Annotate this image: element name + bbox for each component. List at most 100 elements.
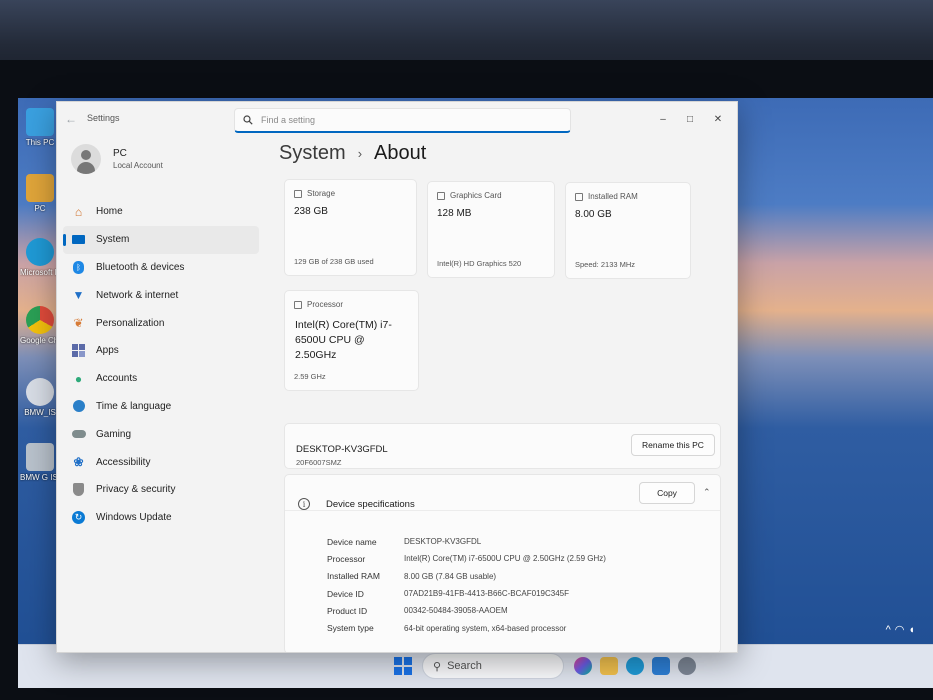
spec-row-installed-ram: Installed RAM 8.00 GB (7.84 GB usable) (327, 568, 606, 585)
edge-icon[interactable] (626, 657, 644, 675)
brush-icon: ❦ (73, 316, 84, 331)
maximize-button[interactable]: □ (682, 111, 698, 127)
storage-card[interactable]: Storage 238 GB 129 GB of 238 GB used (284, 179, 417, 276)
info-icon: i (298, 498, 310, 510)
graphics-value: 128 MB (437, 208, 472, 219)
desktop-icon-edge[interactable]: Microsoft Edge (20, 238, 60, 277)
graphics-card[interactable]: Graphics Card 128 MB Intel(R) HD Graphic… (427, 181, 555, 278)
graphics-card-label: Graphics Card (437, 191, 502, 200)
sidebar-item-system[interactable]: System (63, 225, 259, 254)
spec-value: DESKTOP-KV3GFDL (404, 537, 482, 547)
spec-value: Intel(R) Core(TM) i7-6500U CPU @ 2.50GHz… (404, 554, 606, 564)
desktop-icon-label: This PC (25, 138, 55, 147)
desktop-icon-bmw-ista[interactable]: BMW G ISTA (20, 443, 60, 482)
sidebar-item-network[interactable]: ▼ Network & internet (63, 281, 259, 309)
taskbar-search-label: Search (447, 660, 482, 672)
device-specifications-panel: i Device specifications Copy ⌃ Device na… (284, 474, 721, 652)
back-arrow-icon[interactable]: ← (65, 112, 77, 126)
start-button[interactable] (394, 657, 412, 675)
processor-card[interactable]: Processor Intel(R) Core(TM) i7-6500U CPU… (284, 290, 419, 391)
volume-icon[interactable]: ◖ (908, 624, 919, 636)
breadcrumb-parent[interactable]: System (279, 142, 346, 165)
spec-key: System type (327, 623, 374, 634)
ram-icon (575, 192, 583, 201)
sidebar-item-bluetooth[interactable]: ᛒ Bluetooth & devices (63, 254, 259, 282)
avatar (71, 144, 101, 174)
sidebar-item-time-language[interactable]: Time & language (63, 393, 259, 421)
processor-card-label: Processor (294, 300, 343, 309)
sidebar-item-label: Network & internet (96, 289, 179, 301)
chevron-right-icon: › (357, 146, 363, 161)
pc-name: DESKTOP-KV3GFDL (296, 444, 388, 455)
copilot-icon[interactable] (574, 657, 592, 675)
sidebar-item-label: Privacy & security (96, 484, 176, 496)
storage-card-label: Storage (294, 189, 335, 198)
ram-card[interactable]: Installed RAM 8.00 GB Speed: 2133 MHz (565, 182, 691, 279)
rename-pc-button[interactable]: Rename this PC (631, 434, 715, 456)
gamepad-icon (71, 427, 86, 442)
search-icon (243, 115, 253, 125)
person-icon: ● (74, 371, 83, 386)
sidebar-item-label: Gaming (96, 428, 132, 440)
close-button[interactable]: ✕ (710, 111, 726, 127)
sidebar-item-label: Accounts (96, 373, 138, 385)
sidebar-item-accessibility[interactable]: ❀ Accessibility (63, 448, 259, 476)
spec-key: Device name (327, 536, 377, 547)
sidebar-item-windows-update[interactable]: ↻ Windows Update (63, 504, 259, 532)
chrome-icon (26, 306, 54, 334)
desktop-icon-bmw-is[interactable]: BMW_IS (20, 378, 60, 417)
chevron-up-icon[interactable]: ^ (886, 624, 895, 636)
sidebar-item-accounts[interactable]: ● Accounts (63, 365, 259, 393)
sidebar-item-gaming[interactable]: Gaming (63, 420, 259, 448)
sidebar-item-home[interactable]: ⌂ Home (63, 198, 259, 226)
minimize-button[interactable]: – (655, 111, 671, 127)
storage-value: 238 GB (294, 206, 328, 217)
user-folder-icon (26, 174, 54, 202)
wifi-icon[interactable]: ◠ (895, 624, 909, 636)
breadcrumb: System › About (279, 142, 426, 165)
account-header[interactable]: PC Local Account (71, 144, 163, 174)
sidebar-item-label: Apps (96, 345, 119, 357)
ram-detail: Speed: 2133 MHz (575, 260, 636, 269)
search-input[interactable] (261, 115, 551, 125)
spec-row-processor: Processor Intel(R) Core(TM) i7-6500U CPU… (327, 550, 606, 567)
device-specifications-header[interactable]: i Device specifications Copy ⌃ (285, 475, 720, 511)
device-name-panel: DESKTOP-KV3GFDL 20F6007SMZ Rename this P… (284, 423, 721, 469)
copy-button[interactable]: Copy (639, 482, 695, 504)
sidebar-item-label: Time & language (96, 400, 172, 412)
desktop-icon-label: Microsoft Edge (20, 268, 60, 277)
account-type: Local Account (113, 161, 163, 170)
sidebar-item-privacy[interactable]: Privacy & security (63, 476, 259, 504)
device-specifications-title: Device specifications (326, 499, 415, 510)
sidebar-item-apps[interactable]: Apps (63, 337, 259, 365)
spec-key: Processor (327, 553, 366, 564)
settings-window: ← Settings – □ ✕ PC Local Account ⌂ Home… (56, 101, 738, 653)
spec-row-product-id: Product ID 00342-50484-39058-AAOEM (327, 602, 606, 619)
spec-key: Product ID (327, 605, 368, 616)
system-tray[interactable]: ^◠◖ (886, 623, 919, 636)
sidebar-item-personalization[interactable]: ❦ Personalization (63, 309, 259, 337)
shield-icon (71, 482, 86, 497)
taskbar-search[interactable]: ⚲ Search (422, 653, 564, 679)
desktop-icon-pc[interactable]: PC (20, 174, 60, 213)
gpu-icon (437, 191, 445, 200)
spec-rows: Device name DESKTOP-KV3GFDL Processor In… (327, 533, 606, 637)
spec-row-device-id: Device ID 07AD21B9-41FB-4413-B66C-BCAF01… (327, 585, 606, 602)
desktop-icon-chrome[interactable]: Google Chrome (20, 306, 60, 345)
sidebar-item-label: Personalization (96, 317, 165, 329)
page-title: About (374, 142, 427, 164)
display-icon (71, 232, 86, 247)
file-explorer-icon[interactable] (600, 657, 618, 675)
chevron-up-icon[interactable]: ⌃ (703, 487, 711, 498)
search-box[interactable] (234, 108, 571, 133)
sidebar-item-label: Accessibility (96, 456, 151, 468)
ram-value: 8.00 GB (575, 209, 612, 220)
desktop-icon-this-pc[interactable]: This PC (20, 108, 60, 147)
spec-key: Device ID (327, 588, 364, 599)
settings-gear-icon[interactable] (678, 657, 696, 675)
spec-value: 07AD21B9-41FB-4413-B66C-BCAF019C345F (404, 589, 569, 599)
search-icon: ⚲ (433, 660, 442, 673)
store-icon[interactable] (652, 657, 670, 675)
desktop-icon-label: Google Chrome (20, 336, 60, 345)
desktop-icon-label: PC (34, 204, 46, 213)
